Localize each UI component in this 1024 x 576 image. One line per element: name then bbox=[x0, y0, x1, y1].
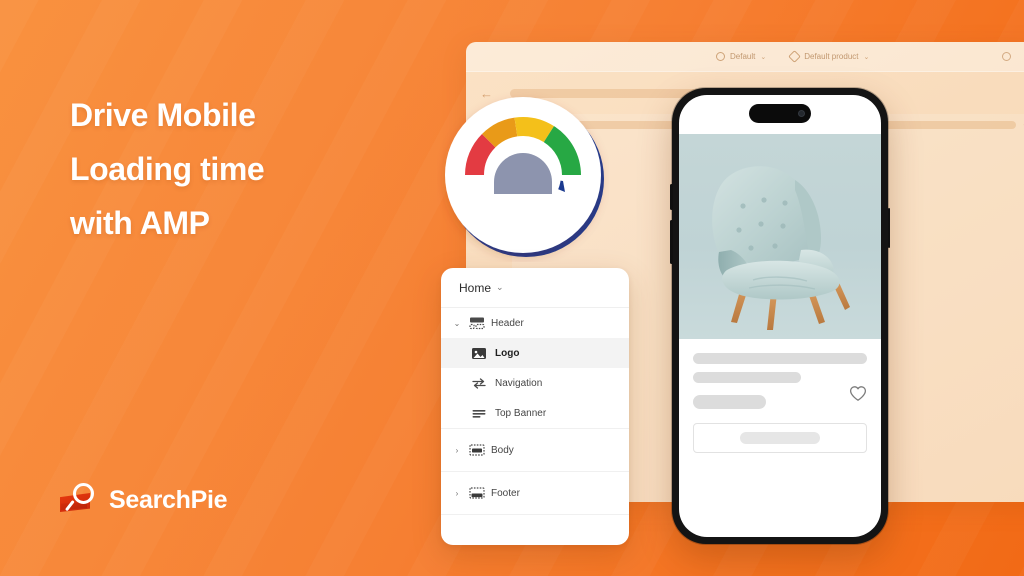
app-toolbar: Default ⌄ Default product ⌄ bbox=[466, 42, 1024, 72]
front-camera-icon bbox=[798, 110, 805, 117]
chevron-right-icon[interactable]: › bbox=[451, 446, 463, 455]
section-group-header: ⌄ Header Logo Navigation Top Banner bbox=[441, 308, 629, 429]
swap-arrows-icon bbox=[471, 376, 487, 390]
section-row-footer[interactable]: › Footer bbox=[441, 472, 629, 514]
product-price-placeholder bbox=[693, 395, 767, 409]
section-row-logo-label: Logo bbox=[495, 347, 520, 359]
product-title-placeholder bbox=[693, 353, 867, 364]
product-price-row bbox=[693, 383, 867, 409]
headline-line-1: Drive Mobile bbox=[70, 97, 256, 133]
phone-power-button bbox=[887, 208, 890, 248]
chevron-down-icon: ⌄ bbox=[760, 53, 767, 61]
headline-line-2: Loading time bbox=[70, 151, 265, 187]
page-title: Drive Mobile Loading time with AMP bbox=[70, 88, 430, 250]
magnifier-lens-shape bbox=[73, 483, 94, 504]
image-icon bbox=[471, 346, 487, 360]
footer-layout-icon bbox=[469, 486, 485, 500]
product-image[interactable] bbox=[679, 134, 881, 339]
section-row-logo[interactable]: Logo bbox=[441, 338, 629, 368]
chair-backrest bbox=[712, 166, 813, 264]
add-to-cart-button[interactable] bbox=[693, 423, 867, 453]
lines-icon bbox=[471, 406, 487, 420]
cta-label-placeholder bbox=[740, 432, 820, 444]
section-row-top-banner[interactable]: Top Banner bbox=[441, 398, 629, 428]
section-row-footer-label: Footer bbox=[491, 487, 520, 499]
product-subtitle-placeholder bbox=[693, 372, 801, 383]
theme-sections-panel: Home ⌄ ⌄ Header Logo Navigation Top Bann… bbox=[441, 268, 629, 545]
brand-logo: SearchPie bbox=[60, 483, 228, 517]
section-row-body[interactable]: › Body bbox=[441, 429, 629, 471]
toolbar-product-selector[interactable]: Default product ⌄ bbox=[788, 50, 870, 63]
body-layout-icon bbox=[469, 443, 485, 457]
toolbar-store-selector[interactable]: Default ⌄ bbox=[716, 52, 766, 61]
section-row-navigation[interactable]: Navigation bbox=[441, 368, 629, 398]
section-row-navigation-label: Navigation bbox=[495, 377, 543, 389]
chevron-down-icon: ⌄ bbox=[496, 282, 504, 292]
help-icon[interactable] bbox=[1002, 52, 1011, 61]
phone-screen bbox=[679, 95, 881, 537]
section-group-body: › Body bbox=[441, 429, 629, 472]
search-pie-logo-icon bbox=[60, 483, 100, 517]
brand-name: SearchPie bbox=[109, 485, 228, 514]
section-row-header-label: Header bbox=[491, 317, 524, 329]
chevron-right-icon[interactable]: › bbox=[451, 489, 463, 498]
heart-icon[interactable] bbox=[849, 385, 867, 407]
tag-icon bbox=[788, 50, 802, 63]
chevron-down-icon: ⌄ bbox=[863, 53, 870, 61]
phone-volume-up-button bbox=[670, 184, 673, 210]
toolbar-store-label: Default bbox=[730, 52, 756, 61]
section-group-footer: › Footer bbox=[441, 472, 629, 515]
section-row-header[interactable]: ⌄ Header bbox=[441, 308, 629, 338]
panel-header-home-selector[interactable]: Home ⌄ bbox=[441, 268, 629, 308]
headline-line-3: with AMP bbox=[70, 205, 210, 241]
chevron-down-icon[interactable]: ⌄ bbox=[451, 319, 463, 328]
header-layout-icon bbox=[469, 316, 485, 330]
section-row-top-banner-label: Top Banner bbox=[495, 407, 547, 419]
toolbar-product-label: Default product bbox=[804, 52, 859, 61]
store-icon bbox=[716, 52, 725, 61]
page-speed-gauge bbox=[437, 90, 609, 262]
smartphone-mockup bbox=[670, 88, 890, 544]
phone-dynamic-island bbox=[749, 104, 811, 123]
toolbar-right-actions bbox=[1002, 52, 1024, 61]
section-row-body-label: Body bbox=[491, 444, 514, 456]
product-details bbox=[679, 339, 881, 453]
panel-header-label: Home bbox=[459, 280, 492, 295]
phone-volume-down-button bbox=[670, 220, 673, 264]
